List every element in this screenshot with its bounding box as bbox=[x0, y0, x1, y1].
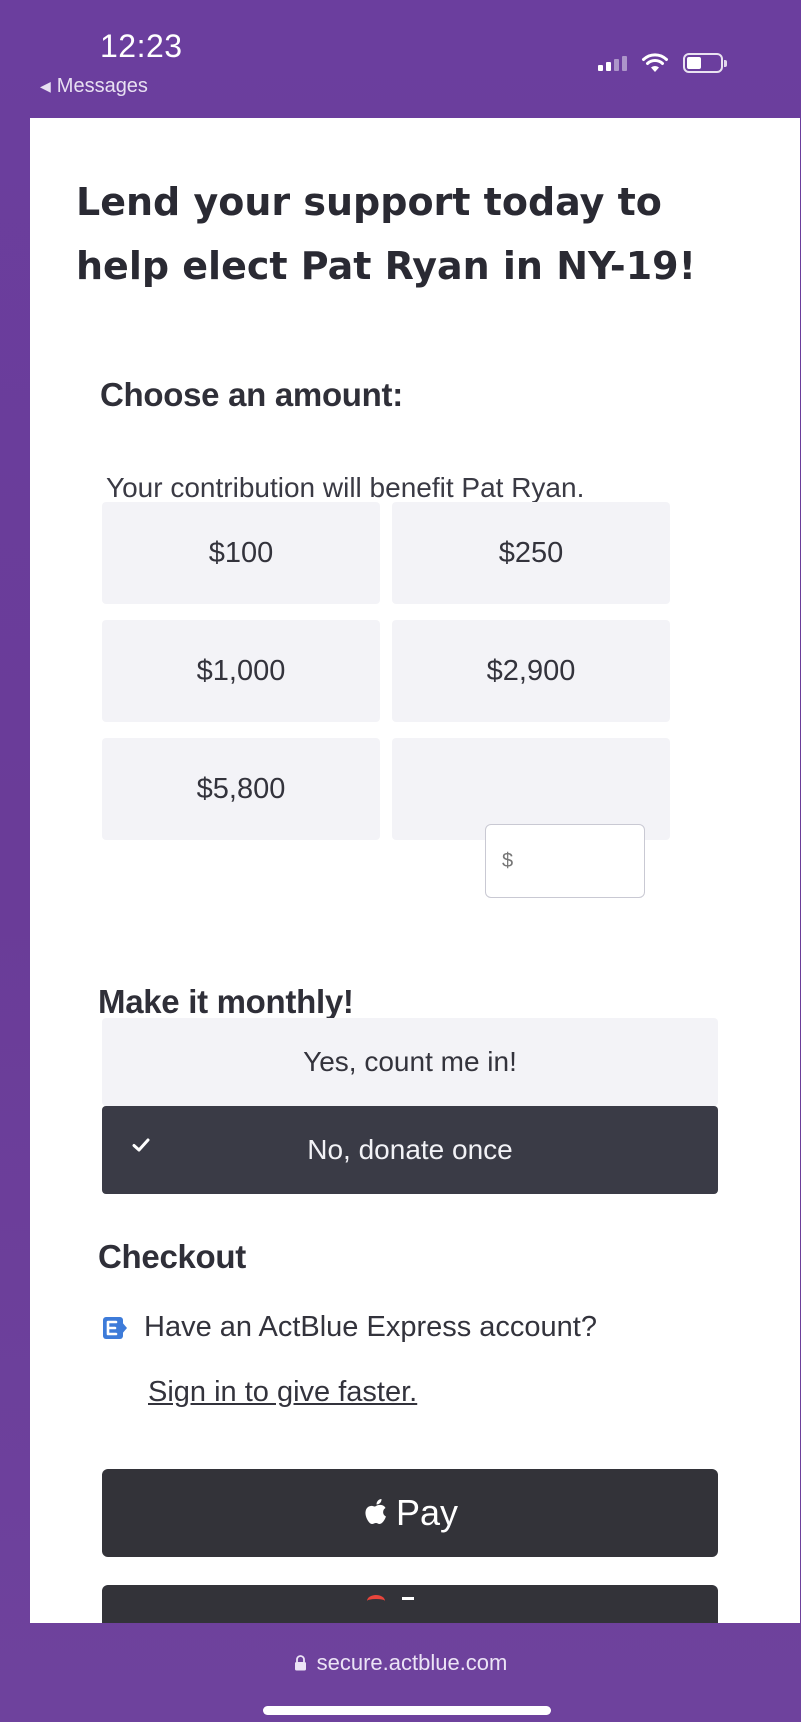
wifi-icon bbox=[642, 53, 668, 72]
amount-option[interactable]: $2,900 bbox=[392, 620, 670, 722]
amount-option[interactable]: $250 bbox=[392, 502, 670, 604]
back-link-label: Messages bbox=[56, 75, 148, 97]
actblue-express-icon bbox=[103, 1316, 127, 1339]
donation-page: Lend your support today to help elect Pa… bbox=[30, 118, 800, 1623]
monthly-yes-label: Yes, count me in! bbox=[303, 1046, 517, 1077]
check-icon bbox=[132, 1138, 150, 1152]
apple-logo-icon bbox=[365, 1499, 386, 1524]
phone-frame: 12:23 ◀ Messages Lend your support today… bbox=[0, 0, 801, 1722]
amount-option[interactable]: $100 bbox=[102, 502, 380, 604]
actblue-express-prompt: Have an ActBlue Express account? bbox=[102, 1311, 597, 1344]
back-to-messages-link[interactable]: ◀ Messages bbox=[40, 75, 148, 98]
monthly-yes-button[interactable]: Yes, count me in! bbox=[102, 1018, 718, 1106]
browser-bottom-bar: secure.actblue.com bbox=[0, 1623, 801, 1722]
home-indicator[interactable] bbox=[263, 1706, 551, 1715]
custom-amount-input[interactable] bbox=[485, 824, 645, 898]
monthly-section-title: Make it monthly! bbox=[98, 983, 354, 1020]
apple-pay-label: Pay bbox=[395, 1492, 459, 1533]
url-bar[interactable]: secure.actblue.com bbox=[0, 1650, 801, 1676]
amount-option[interactable]: $1,000 bbox=[102, 620, 380, 722]
donate-once-button[interactable]: No, donate once bbox=[102, 1106, 718, 1194]
sign-in-link[interactable]: Sign in to give faster. bbox=[148, 1376, 417, 1409]
status-icons bbox=[598, 52, 727, 74]
express-prompt-text: Have an ActBlue Express account? bbox=[144, 1311, 597, 1343]
checkout-section-title: Checkout bbox=[98, 1238, 246, 1275]
battery-icon bbox=[683, 53, 727, 73]
apple-pay-button[interactable]: Pay bbox=[102, 1469, 718, 1557]
url-text: secure.actblue.com bbox=[316, 1650, 508, 1675]
amount-option[interactable]: $5,800 bbox=[102, 738, 380, 840]
beneficiary-text: Your contribution will benefit Pat Ryan. bbox=[106, 472, 585, 503]
status-bar: 12:23 ◀ Messages bbox=[0, 0, 801, 118]
lock-icon bbox=[294, 1655, 306, 1671]
status-time: 12:23 bbox=[100, 28, 183, 64]
page-headline: Lend your support today to help elect Pa… bbox=[76, 180, 696, 288]
google-pay-logo-icon bbox=[367, 1595, 385, 1607]
amount-section-title: Choose an amount: bbox=[100, 376, 403, 413]
donate-once-label: No, donate once bbox=[307, 1134, 513, 1165]
back-arrow-icon: ◀ bbox=[40, 78, 51, 94]
signal-icon bbox=[598, 55, 627, 71]
google-pay-button[interactable] bbox=[102, 1585, 718, 1623]
